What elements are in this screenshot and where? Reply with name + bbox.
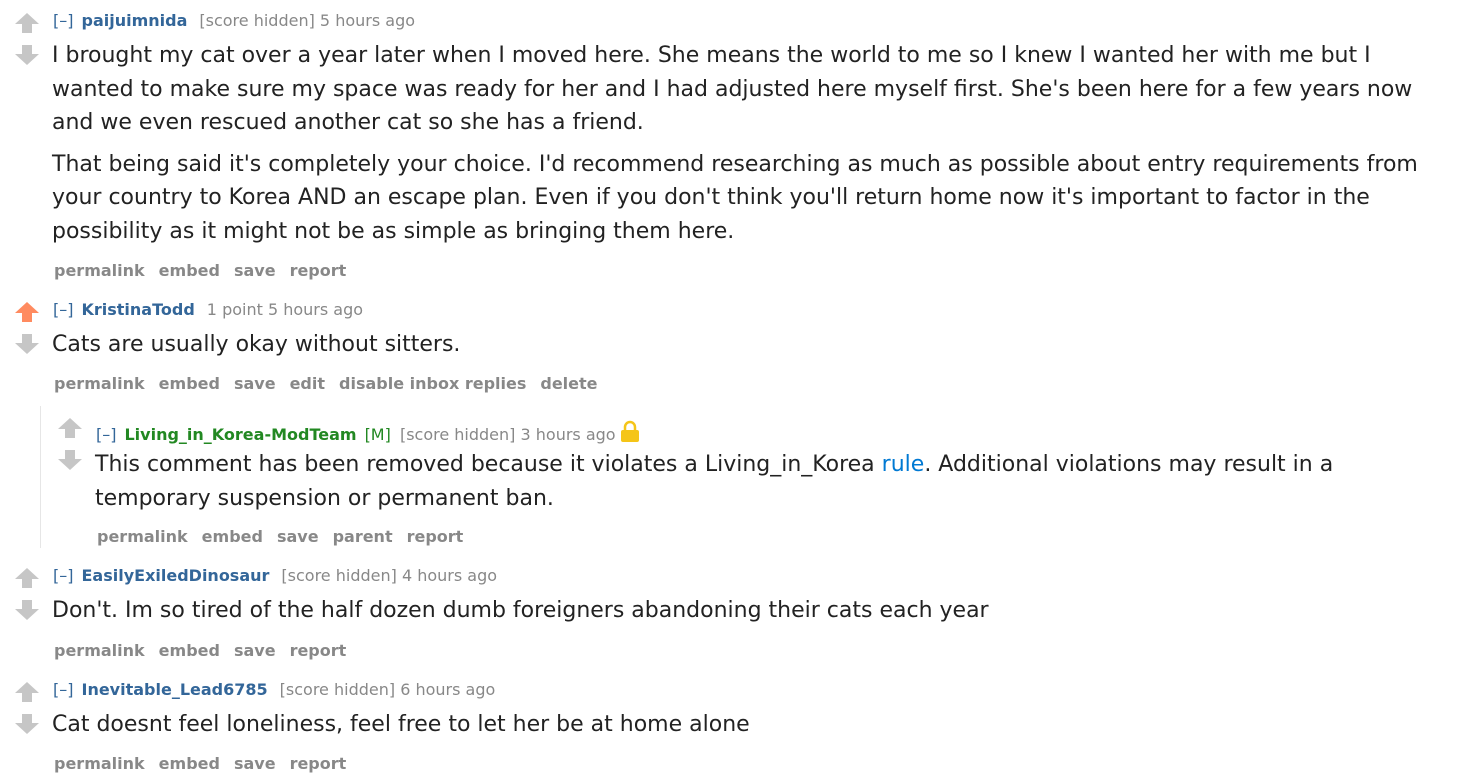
permalink-button[interactable]: permalink: [54, 261, 145, 280]
permalink-button[interactable]: permalink: [54, 641, 145, 660]
collapse-toggle[interactable]: [–]: [53, 300, 73, 319]
comment-paragraph: This comment has been removed because it…: [95, 448, 1455, 515]
upvote-arrow-icon[interactable]: [14, 681, 40, 703]
embed-button[interactable]: embed: [159, 641, 220, 660]
removal-text: This comment has been removed because it…: [95, 452, 882, 477]
upvote-arrow-icon[interactable]: [57, 417, 83, 439]
child-thread-line: [40, 406, 41, 548]
save-button[interactable]: save: [234, 641, 276, 660]
comment-buttons: permalink embed save report: [54, 754, 360, 773]
edit-button[interactable]: edit: [290, 374, 325, 393]
upvote-arrow-icon[interactable]: [14, 567, 40, 589]
downvote-arrow-icon[interactable]: [57, 449, 83, 471]
comment-tagline: [–] KristinaTodd 1 point 5 hours ago: [53, 300, 363, 319]
score: [score hidden]: [199, 11, 315, 30]
author-link[interactable]: KristinaTodd: [81, 300, 194, 319]
comment-buttons: permalink embed save report: [54, 261, 360, 280]
permalink-button[interactable]: permalink: [97, 527, 188, 546]
parent-button[interactable]: parent: [333, 527, 393, 546]
timestamp: 3 hours ago: [520, 425, 616, 444]
embed-button[interactable]: embed: [159, 754, 220, 773]
comment-buttons: permalink embed save edit disable inbox repl…: [54, 374, 612, 393]
comment-body: This comment has been removed because it…: [95, 448, 1455, 523]
collapse-toggle[interactable]: [–]: [53, 566, 73, 585]
downvote-arrow-icon[interactable]: [14, 44, 40, 66]
comment-tagline: [–] Inevitable_Lead6785 [score hidden] 6 h…: [53, 680, 495, 699]
comment-paragraph: Cat doesnt feel loneliness, feel free to…: [52, 712, 750, 737]
save-button[interactable]: save: [277, 527, 319, 546]
collapse-toggle[interactable]: [–]: [96, 425, 116, 444]
vote-controls: [14, 567, 44, 631]
upvote-arrow-icon[interactable]: [14, 301, 40, 323]
timestamp: 6 hours ago: [400, 680, 496, 699]
score: 1 point: [206, 300, 263, 319]
vote-controls: [14, 681, 44, 745]
collapse-toggle[interactable]: [–]: [53, 11, 73, 30]
vote-controls: [14, 301, 44, 365]
score: [score hidden]: [281, 566, 397, 585]
save-button[interactable]: save: [234, 374, 276, 393]
downvote-arrow-icon[interactable]: [14, 713, 40, 735]
permalink-button[interactable]: permalink: [54, 374, 145, 393]
timestamp: 5 hours ago: [267, 300, 364, 319]
comment-paragraph: Cats are usually okay without sitters.: [52, 332, 461, 357]
vote-controls: [57, 417, 87, 481]
comment-tagline: [–] Living_in_Korea-ModTeam [M] [score hid…: [96, 420, 640, 444]
disable-inbox-replies-button[interactable]: disable inbox replies: [339, 374, 526, 393]
rule-link[interactable]: rule: [882, 452, 925, 477]
comment-buttons: permalink embed save report: [54, 641, 360, 660]
embed-button[interactable]: embed: [202, 527, 263, 546]
comment-paragraph: I brought my cat over a year later when …: [52, 43, 1413, 135]
delete-button[interactable]: delete: [540, 374, 597, 393]
downvote-arrow-icon[interactable]: [14, 599, 40, 621]
comment-body: I brought my cat over a year later when …: [52, 39, 1457, 256]
embed-button[interactable]: embed: [159, 374, 220, 393]
lock-icon: [620, 420, 639, 442]
author-link[interactable]: EasilyExiledDinosaur: [81, 566, 269, 585]
save-button[interactable]: save: [234, 261, 276, 280]
comment-tagline: [–] EasilyExiledDinosaur [score hidden] 4 …: [53, 566, 497, 585]
embed-button[interactable]: embed: [159, 261, 220, 280]
report-button[interactable]: report: [290, 261, 347, 280]
permalink-button[interactable]: permalink: [54, 754, 145, 773]
timestamp: 5 hours ago: [319, 11, 416, 30]
report-button[interactable]: report: [290, 641, 347, 660]
downvote-arrow-icon[interactable]: [14, 333, 40, 355]
save-button[interactable]: save: [234, 754, 276, 773]
comment-paragraph: Don't. Im so tired of the half dozen dum…: [52, 598, 989, 623]
author-link[interactable]: paijuimnida: [81, 11, 187, 30]
collapse-toggle[interactable]: [–]: [53, 680, 73, 699]
comment-body: Don't. Im so tired of the half dozen dum…: [52, 594, 1457, 636]
comment-body: Cats are usually okay without sitters.: [52, 328, 1457, 370]
upvote-arrow-icon[interactable]: [14, 12, 40, 34]
comment-buttons: permalink embed save parent report: [97, 527, 477, 546]
report-button[interactable]: report: [290, 754, 347, 773]
author-link[interactable]: Living_in_Korea-ModTeam: [124, 425, 356, 444]
score: [score hidden]: [399, 425, 516, 444]
comment-body: Cat doesnt feel loneliness, feel free to…: [52, 708, 1457, 750]
comment-tagline: [–] paijuimnida [score hidden] 5 hours ago: [53, 11, 415, 30]
author-link[interactable]: Inevitable_Lead6785: [81, 680, 267, 699]
moderator-badge: [M]: [364, 425, 391, 444]
timestamp: 4 hours ago: [401, 566, 498, 585]
report-button[interactable]: report: [407, 527, 464, 546]
vote-controls: [14, 12, 44, 76]
comment-paragraph: That being said it's completely your cho…: [52, 151, 1418, 244]
score: [score hidden]: [279, 680, 396, 699]
